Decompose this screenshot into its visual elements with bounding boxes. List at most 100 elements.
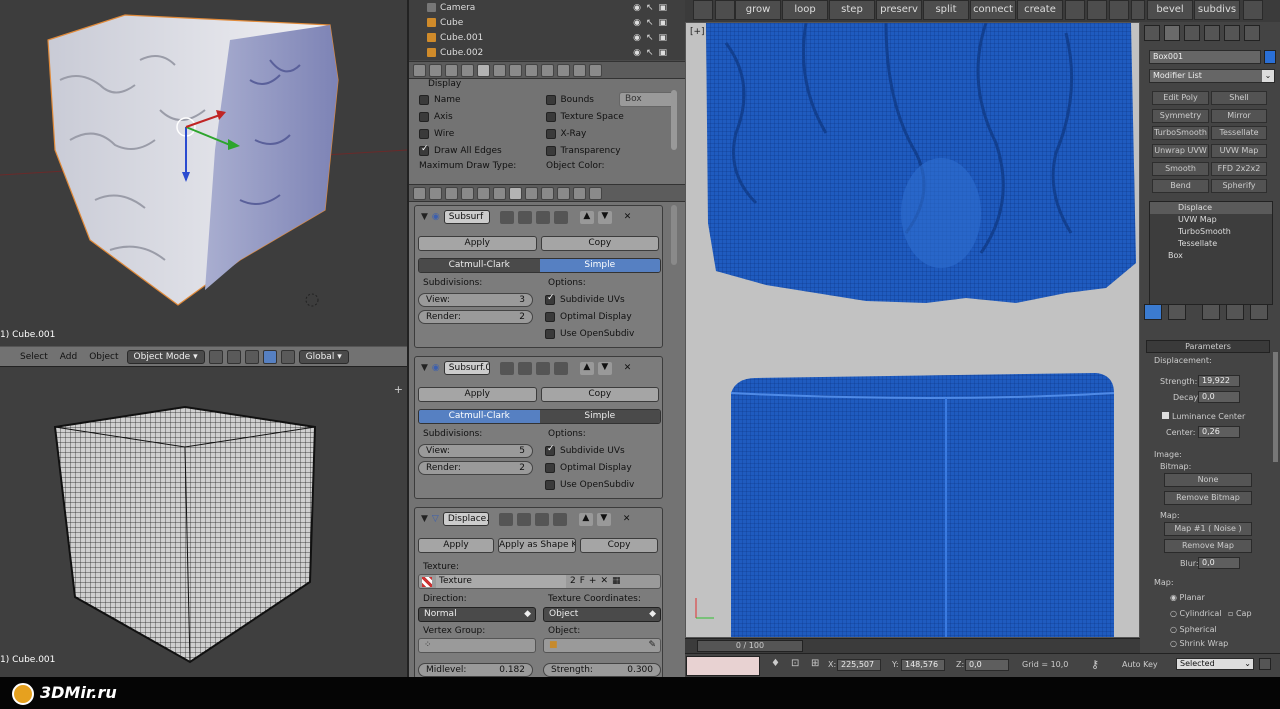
close-icon[interactable]: ✕ [624, 363, 632, 373]
toolbar-icon[interactable] [1065, 0, 1085, 20]
cage-toggle-icon[interactable] [552, 512, 567, 526]
tab-material[interactable] [541, 63, 554, 77]
object-name-field[interactable]: Box001 [1149, 50, 1261, 64]
turbosmooth-button[interactable]: TurboSmooth [1152, 126, 1209, 140]
toolbar-icon[interactable] [1131, 0, 1145, 20]
eye-icon[interactable]: ◉ [633, 48, 641, 58]
render-icon[interactable]: ▣ [658, 33, 667, 43]
tab-scene[interactable] [445, 186, 458, 200]
create-tab-icon[interactable] [1144, 25, 1160, 41]
stack-item-displace[interactable]: Displace [1150, 202, 1272, 214]
show-end-result-icon[interactable] [1168, 304, 1186, 320]
outliner-item[interactable]: Cube ◉ ↖ ▣ [409, 15, 685, 30]
cursor-icon[interactable]: ↖ [646, 48, 654, 58]
transparency-checkbox[interactable]: Transparency [545, 142, 676, 159]
cylindrical-radio[interactable]: ○ Cylindrical [1170, 609, 1221, 618]
catmull-clark-option[interactable]: Catmull-Clark [419, 410, 540, 423]
texture-selector[interactable]: Texture 2 F + ✕ ▦ [418, 574, 661, 589]
optimal-display-checkbox[interactable]: Optimal Display [545, 459, 632, 476]
new-texture-icon[interactable]: + [589, 575, 597, 588]
map-button[interactable]: Map #1 ( Noise ) [1164, 522, 1252, 536]
mirror-button[interactable]: Mirror [1211, 109, 1267, 123]
modifier-name-field[interactable]: Displace.0 [442, 512, 489, 526]
edit-poly-button[interactable]: Edit Poly [1152, 91, 1209, 105]
cage-toggle-icon[interactable] [553, 210, 568, 224]
texture-coords-dropdown[interactable]: Object ◆ [543, 607, 661, 622]
eye-icon[interactable]: ◉ [633, 3, 641, 13]
z-coordinate-field[interactable]: 0,0 [965, 659, 1009, 671]
tab-constraints[interactable] [493, 186, 506, 200]
pivot-icon[interactable] [226, 349, 241, 364]
modifiers-scrollbar[interactable] [671, 205, 677, 265]
remove-bitmap-button[interactable]: Remove Bitmap [1164, 491, 1252, 505]
toolbar-icon[interactable] [693, 0, 713, 20]
time-slider[interactable]: 0 / 100 [685, 638, 1140, 653]
viewport-bottom[interactable]: 1) Cube.001 + [0, 367, 407, 677]
ffd-button[interactable]: FFD 2x2x2 [1211, 162, 1267, 176]
tab-layers[interactable] [429, 186, 442, 200]
bend-button[interactable]: Bend [1152, 179, 1209, 193]
translate-icon[interactable] [262, 349, 277, 364]
apply-button[interactable]: Apply [418, 538, 494, 553]
toolbar-icon[interactable] [715, 0, 735, 20]
vertex-group-field[interactable]: ⁘ [418, 638, 536, 653]
tessellate-button[interactable]: Tessellate [1211, 126, 1267, 140]
toolbar-icon[interactable] [1087, 0, 1107, 20]
menu-add[interactable]: Add [56, 352, 81, 362]
uvw-map-button[interactable]: UVW Map [1211, 144, 1267, 158]
copy-button[interactable]: Copy [580, 538, 658, 553]
browse-texture-icon[interactable]: ▦ [612, 575, 621, 588]
cap-checkbox[interactable]: ▫ Cap [1228, 609, 1252, 618]
subdivs-button[interactable]: subdivs [1194, 0, 1240, 20]
modifier-name-field[interactable]: Subsurf [443, 210, 490, 224]
copy-button[interactable]: Copy [540, 236, 659, 251]
tab-world[interactable] [461, 63, 474, 77]
cursor-icon[interactable]: ↖ [646, 18, 654, 28]
rotate-icon[interactable] [280, 349, 295, 364]
stack-item-uvw-map[interactable]: UVW Map [1150, 214, 1272, 226]
decay-spinner[interactable]: 0,0 [1198, 391, 1240, 403]
tab-particles[interactable] [573, 186, 586, 200]
pin-stack-icon[interactable] [1144, 304, 1162, 320]
object-color-swatch[interactable] [1264, 50, 1276, 64]
stack-item-tessellate[interactable]: Tessellate [1150, 238, 1272, 250]
apply-button[interactable]: Apply [418, 236, 537, 251]
lock-icon[interactable]: ♦ [771, 658, 780, 669]
tab-constraints[interactable] [493, 63, 506, 77]
editmode-toggle-icon[interactable] [535, 210, 550, 224]
move-down-icon[interactable]: ▼ [596, 512, 611, 526]
stack-item-turbosmooth[interactable]: TurboSmooth [1150, 226, 1272, 238]
apply-as-shape-button[interactable]: Apply as Shape K... [498, 538, 576, 553]
luminance-center-checkbox[interactable]: Luminance Center [1162, 412, 1245, 421]
name-checkbox[interactable]: Name [419, 91, 546, 108]
tab-modifiers[interactable] [509, 186, 522, 200]
tab-scene[interactable] [445, 63, 458, 77]
maxscript-listener[interactable] [686, 656, 760, 676]
strength-field[interactable]: Strength: 0.300 [543, 663, 661, 677]
tab-texture[interactable] [557, 186, 570, 200]
render-icon[interactable]: ▣ [658, 48, 667, 58]
simple-option[interactable]: Simple [539, 259, 660, 272]
tab-modifiers[interactable] [509, 63, 522, 77]
bounds-checkbox[interactable]: Bounds Box [545, 91, 675, 108]
collapse-icon[interactable]: ▼ [421, 514, 428, 524]
render-levels-field[interactable]: Render: 2 [418, 310, 533, 324]
selection-lock-icon[interactable]: ⊡ [791, 658, 799, 669]
selected-dropdown[interactable]: Selected ⌄ [1176, 658, 1254, 670]
tab-texture[interactable] [557, 63, 570, 77]
midlevel-field[interactable]: Midlevel: 0.182 [418, 663, 533, 677]
close-icon[interactable]: ✕ [624, 212, 632, 222]
draw-all-edges-checkbox[interactable]: Draw All Edges [419, 142, 546, 159]
center-spinner[interactable]: 0,26 [1198, 426, 1240, 438]
absolute-mode-icon[interactable]: ⊞ [811, 658, 819, 669]
toolbar-icon[interactable] [1243, 0, 1263, 20]
viewport-top[interactable]: 1) Cube.001 [0, 0, 407, 346]
auto-key-button[interactable]: Auto Key [1122, 660, 1158, 669]
view-levels-field[interactable]: View: 5 [418, 444, 533, 458]
orientation-dropdown[interactable]: Global ▾ [298, 349, 349, 364]
close-icon[interactable]: ✕ [623, 514, 631, 524]
copy-button[interactable]: Copy [540, 387, 659, 402]
tab-particles[interactable] [573, 63, 586, 77]
cage-toggle-icon[interactable] [553, 361, 568, 375]
tab-data[interactable] [525, 186, 538, 200]
